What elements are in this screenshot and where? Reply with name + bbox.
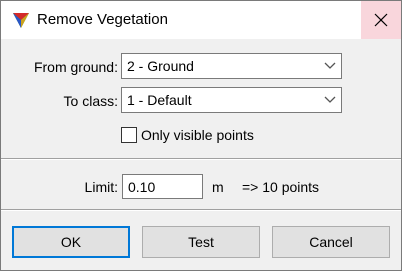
limit-value: 0.10 <box>128 179 156 195</box>
divider <box>1 158 401 160</box>
test-label: Test <box>188 234 214 250</box>
remove-vegetation-dialog: Remove Vegetation From ground: 2 - Groun… <box>0 0 402 271</box>
to-class-label: To class: <box>63 93 118 109</box>
limit-input[interactable]: 0.10 <box>122 174 203 199</box>
to-class-value: 1 - Default <box>127 92 192 108</box>
ok-button[interactable]: OK <box>12 226 130 258</box>
close-button[interactable] <box>361 1 401 39</box>
cancel-button[interactable]: Cancel <box>272 226 390 258</box>
divider <box>1 209 401 211</box>
limit-label: Limit: <box>84 179 118 195</box>
chevron-down-icon[interactable] <box>319 54 341 78</box>
from-ground-value: 2 - Ground <box>127 58 194 74</box>
chevron-down-icon[interactable] <box>319 88 341 112</box>
limit-result: => 10 points <box>242 179 320 195</box>
only-visible-points-label: Only visible points <box>141 127 254 143</box>
colorful-triangle-icon <box>13 13 29 28</box>
limit-unit: m <box>212 179 224 195</box>
only-visible-points-option[interactable]: Only visible points <box>121 126 254 144</box>
from-ground-select[interactable]: 2 - Ground <box>121 53 342 79</box>
close-icon <box>374 13 388 27</box>
ok-label: OK <box>60 234 82 250</box>
cancel-label: Cancel <box>309 234 353 250</box>
from-ground-label: From ground: <box>33 59 118 75</box>
to-class-select[interactable]: 1 - Default <box>121 87 342 113</box>
dialog-title: Remove Vegetation <box>37 11 168 28</box>
title-bar[interactable]: Remove Vegetation <box>1 1 401 39</box>
test-button[interactable]: Test <box>142 226 260 258</box>
only-visible-points-checkbox[interactable] <box>121 127 137 143</box>
